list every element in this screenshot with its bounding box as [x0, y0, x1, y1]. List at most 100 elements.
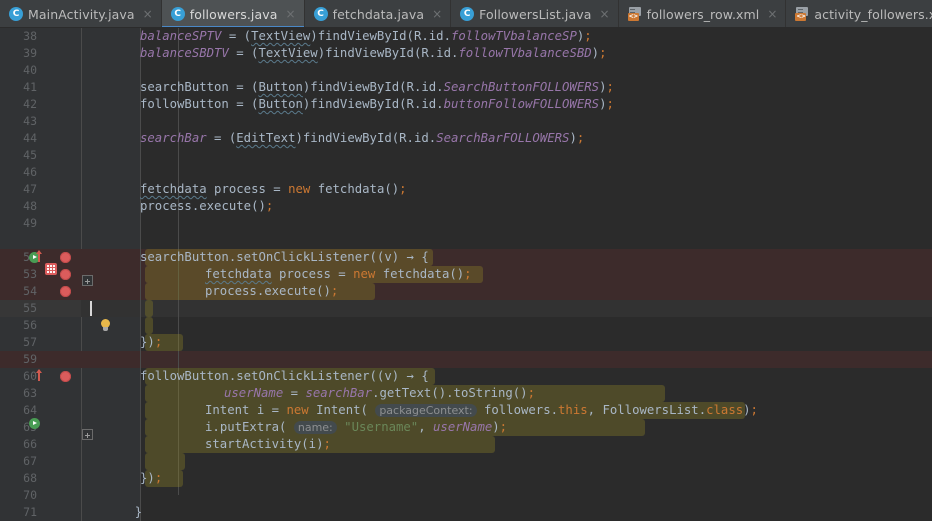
tab-followerslist-java[interactable]: C FollowersList.java ×	[451, 0, 619, 27]
token-type: Intent	[205, 403, 250, 417]
code-line: 38 balanceSPTV = (TextView)findViewById(…	[0, 28, 932, 45]
token-lambda-arrow: →	[406, 250, 414, 264]
code-editor[interactable]: 38 balanceSPTV = (TextView)findViewById(…	[0, 28, 932, 521]
editor-tab-bar: C MainActivity.java × C followers.java ×…	[0, 0, 932, 28]
intention-bulb-icon[interactable]	[99, 319, 112, 332]
token-type: TextView	[258, 46, 318, 60]
token-method: findViewById	[302, 131, 392, 145]
xml-layout-icon: <>	[795, 7, 809, 21]
token-local: process	[279, 267, 331, 281]
code-line: 71 }	[0, 504, 932, 521]
token-method: toString	[453, 386, 513, 400]
code-line: 56	[0, 317, 932, 334]
tab-close-icon[interactable]: ×	[767, 8, 777, 20]
line-number: 48	[23, 199, 37, 213]
run-to-cursor-arrow-icon[interactable]	[36, 369, 42, 381]
code-line: 50 searchButton.setOnClickListener((v) →…	[0, 249, 932, 266]
code-line: 63 userName = searchBar.getText().toStri…	[0, 385, 932, 402]
line-text: i.putExtra( name: "Username", userName);	[205, 420, 508, 434]
token-local: i	[308, 437, 317, 451]
code-line: 46	[0, 164, 932, 181]
tab-label: fetchdata.java	[332, 6, 425, 22]
line-text: followButton.setOnClickListener((v) → {	[140, 369, 429, 383]
breakpoint-icon[interactable]	[60, 252, 71, 263]
token-field: searchBar	[140, 131, 207, 145]
line-number: 71	[23, 505, 37, 519]
token-local: i	[256, 403, 265, 417]
line-text: fetchdata process = new fetchdata();	[140, 182, 407, 196]
breakpoint-icon[interactable]	[60, 286, 71, 297]
code-line-caret: 55	[0, 300, 932, 317]
token-method: setOnClickListener	[236, 250, 370, 264]
line-number: 39	[23, 46, 37, 60]
token-method: findViewById	[317, 29, 407, 43]
run-line-icon[interactable]	[29, 418, 40, 429]
token-resource: buttonFollowFOLLOWERS	[443, 97, 600, 111]
token-type: fetchdata	[382, 267, 450, 281]
line-text: }	[120, 505, 143, 519]
fold-expand-icon[interactable]	[82, 275, 93, 286]
code-line: 53 fetchdata process = new fetchdata();	[0, 266, 932, 283]
token-method: execute	[264, 284, 317, 298]
tab-followers-row-xml[interactable]: <> followers_row.xml ×	[618, 0, 787, 27]
code-line: 41 searchButton = (Button)findViewById(R…	[0, 79, 932, 96]
line-number: 67	[23, 454, 37, 468]
code-line: 45	[0, 147, 932, 164]
token-keyword: new	[353, 267, 376, 281]
line-number: 41	[23, 80, 37, 94]
line-text: balanceSPTV = (TextView)findViewById(R.i…	[140, 29, 592, 43]
tab-close-icon[interactable]: ×	[600, 8, 610, 20]
token-method: setOnClickListener	[236, 369, 370, 383]
tab-activity-followers-xml[interactable]: <> activity_followers.xml ×	[786, 0, 932, 27]
line-number: 49	[23, 216, 37, 230]
token-resource: SearchButtonFOLLOWERS	[443, 80, 600, 94]
fold-expand-icon[interactable]	[82, 429, 93, 440]
line-text: balanceSBDTV = (TextView)findViewById(R.…	[140, 46, 607, 60]
line-text: fetchdata process = new fetchdata();	[205, 267, 472, 281]
token-type: fetchdata	[317, 182, 385, 196]
param-hint-package-context: packageContext:	[375, 404, 477, 417]
xml-badge: <>	[627, 13, 639, 21]
tab-close-icon[interactable]: ×	[286, 8, 296, 20]
token-r-id: R.id.	[413, 29, 451, 43]
breakpoint-icon[interactable]	[60, 371, 71, 382]
token-method: findViewById	[310, 97, 400, 111]
line-text: userName = searchBar.getText().toString(…	[224, 386, 535, 400]
java-class-icon: C	[170, 7, 185, 21]
tab-fetchdata-java[interactable]: C fetchdata.java ×	[304, 0, 452, 27]
line-text: Intent i = new Intent( packageContext: f…	[205, 403, 758, 417]
line-number: 63	[23, 386, 37, 400]
line-number: 40	[23, 63, 37, 77]
token-method: findViewById	[325, 46, 414, 60]
token-resource: followTVbalanceSP	[450, 29, 577, 43]
line-number: 64	[23, 403, 37, 417]
token-lambda-param: (v)	[376, 369, 400, 383]
line-number: 45	[23, 148, 37, 162]
token-field: userName	[433, 420, 493, 434]
tab-label: followers_row.xml	[646, 6, 760, 22]
tab-close-icon[interactable]: ×	[143, 8, 153, 20]
tab-label: followers.java	[189, 6, 278, 22]
line-number: 59	[23, 352, 37, 366]
code-line: 70	[0, 487, 932, 504]
breakpoint-icon[interactable]	[60, 269, 71, 280]
tab-main-activity-java[interactable]: C MainActivity.java ×	[0, 0, 162, 27]
token-type: EditText	[236, 131, 296, 145]
code-line: 49	[0, 215, 932, 232]
tab-close-icon[interactable]: ×	[432, 8, 442, 20]
token-keyword: this	[558, 403, 588, 417]
line-text: startActivity(i);	[205, 437, 331, 451]
token-type: Button	[258, 97, 303, 111]
text-caret	[90, 301, 92, 316]
code-line: 65 i.putExtra( name: "Username", userNam…	[0, 419, 932, 436]
tab-followers-java[interactable]: C followers.java ×	[161, 0, 305, 27]
token-r-id: R.id.	[399, 131, 437, 145]
token-field: userName	[224, 386, 284, 400]
param-hint-name: name:	[293, 421, 337, 434]
code-line: 40	[0, 62, 932, 79]
run-to-cursor-arrow-icon[interactable]	[36, 250, 42, 262]
code-line: 59	[0, 351, 932, 368]
token-method: putExtra	[219, 420, 280, 434]
test-grid-icon[interactable]	[45, 263, 57, 275]
java-class-icon: C	[9, 7, 23, 21]
